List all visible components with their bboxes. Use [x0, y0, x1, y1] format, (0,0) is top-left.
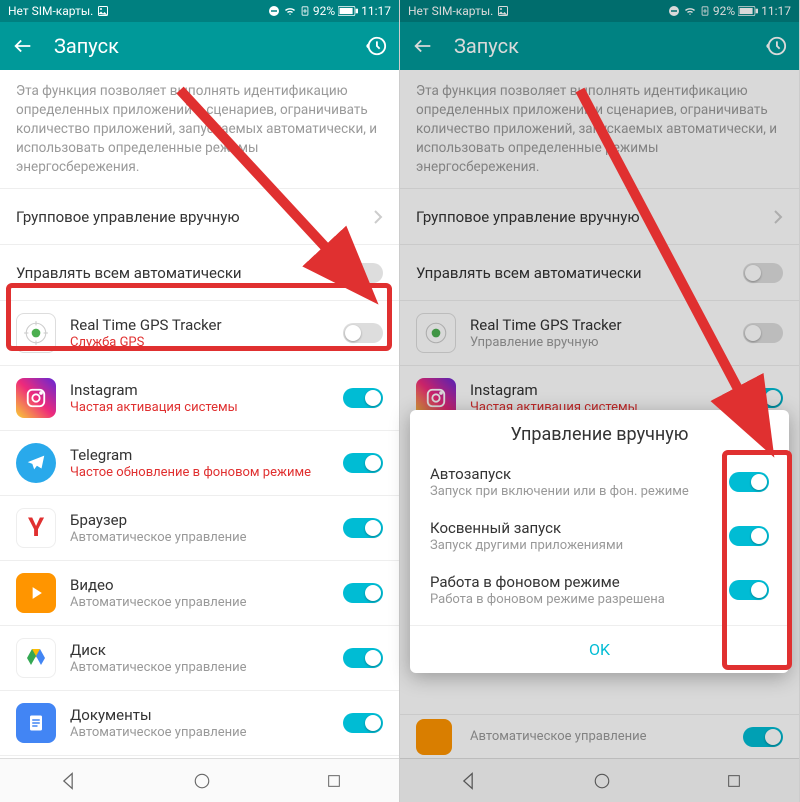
secondary-launch-toggle[interactable] [729, 526, 769, 546]
group-management-row[interactable]: Групповое управление вручную [0, 188, 399, 244]
right-screenshot: Нет SIM-карты. 92% 11:17 Запуск Эта функ… [400, 0, 800, 802]
telegram-icon [16, 443, 56, 483]
clock: 11:17 [361, 4, 391, 18]
manual-management-dialog: Управление вручную АвтозапускЗапуск при … [410, 410, 789, 673]
nav-recent-icon[interactable] [326, 773, 342, 789]
app-toggle[interactable] [343, 388, 383, 408]
app-row[interactable]: ВидеоАвтоматическое управление [0, 560, 399, 625]
app-toggle[interactable] [343, 518, 383, 538]
wifi-icon [283, 5, 297, 17]
background-toggle[interactable] [729, 580, 769, 600]
google-docs-icon [16, 703, 56, 743]
dialog-option-autostart[interactable]: АвтозапускЗапуск при включении или в фон… [410, 455, 789, 509]
manage-all-toggle[interactable] [343, 263, 383, 283]
battery-icon [338, 6, 358, 16]
nav-bar [0, 758, 399, 802]
battery-percent: 92% [313, 4, 335, 18]
google-drive-icon [16, 638, 56, 678]
yandex-browser-icon: Y [16, 508, 56, 548]
dnd-icon [268, 5, 280, 17]
manage-all-auto-row[interactable]: Управлять всем автоматически [0, 244, 399, 300]
app-toggle[interactable] [343, 323, 383, 343]
history-icon[interactable] [365, 35, 387, 57]
dialog-option-secondary[interactable]: Косвенный запускЗапуск другими приложени… [410, 509, 789, 563]
chevron-right-icon [373, 209, 383, 225]
nav-back-icon[interactable] [58, 771, 78, 791]
app-row[interactable]: Y БраузерАвтоматическое управление [0, 495, 399, 560]
left-screenshot: Нет SIM-карты. 92% 11:17 Запуск Эта функ… [0, 0, 400, 802]
dialog-title: Управление вручную [410, 424, 789, 455]
page-title: Запуск [54, 34, 345, 58]
app-toggle[interactable] [343, 583, 383, 603]
video-icon [16, 573, 56, 613]
back-icon[interactable] [12, 35, 34, 57]
sim-status: Нет SIM-карты. [8, 4, 93, 18]
status-bar: Нет SIM-карты. 92% 11:17 [0, 0, 399, 22]
app-row[interactable]: ДокументыАвтоматическое управление [0, 690, 399, 755]
app-toggle[interactable] [343, 453, 383, 473]
dialog-option-background[interactable]: Работа в фоновом режимеРабота в фоновом … [410, 563, 789, 617]
battery-saver-icon [300, 5, 310, 17]
app-row[interactable]: КалькуляторАвтоматическое управление [0, 755, 399, 758]
dialog-ok-button[interactable]: OK [410, 625, 789, 673]
app-row[interactable]: TelegramЧастое обновление в фоновом режи… [0, 430, 399, 495]
app-row[interactable]: InstagramЧастая активация системы [0, 365, 399, 430]
app-row[interactable]: ДискАвтоматическое управление [0, 625, 399, 690]
gps-tracker-icon [16, 313, 56, 353]
app-bar: Запуск [0, 22, 399, 70]
dialog-backdrop[interactable] [400, 0, 799, 802]
instagram-icon [16, 378, 56, 418]
image-icon [97, 5, 109, 17]
app-toggle[interactable] [343, 648, 383, 668]
feature-description: Эта функция позволяет выполнять идентифи… [0, 70, 399, 188]
app-row[interactable]: Real Time GPS TrackerСлужба GPS [0, 300, 399, 365]
app-toggle[interactable] [343, 713, 383, 733]
autostart-toggle[interactable] [729, 472, 769, 492]
nav-home-icon[interactable] [193, 772, 211, 790]
